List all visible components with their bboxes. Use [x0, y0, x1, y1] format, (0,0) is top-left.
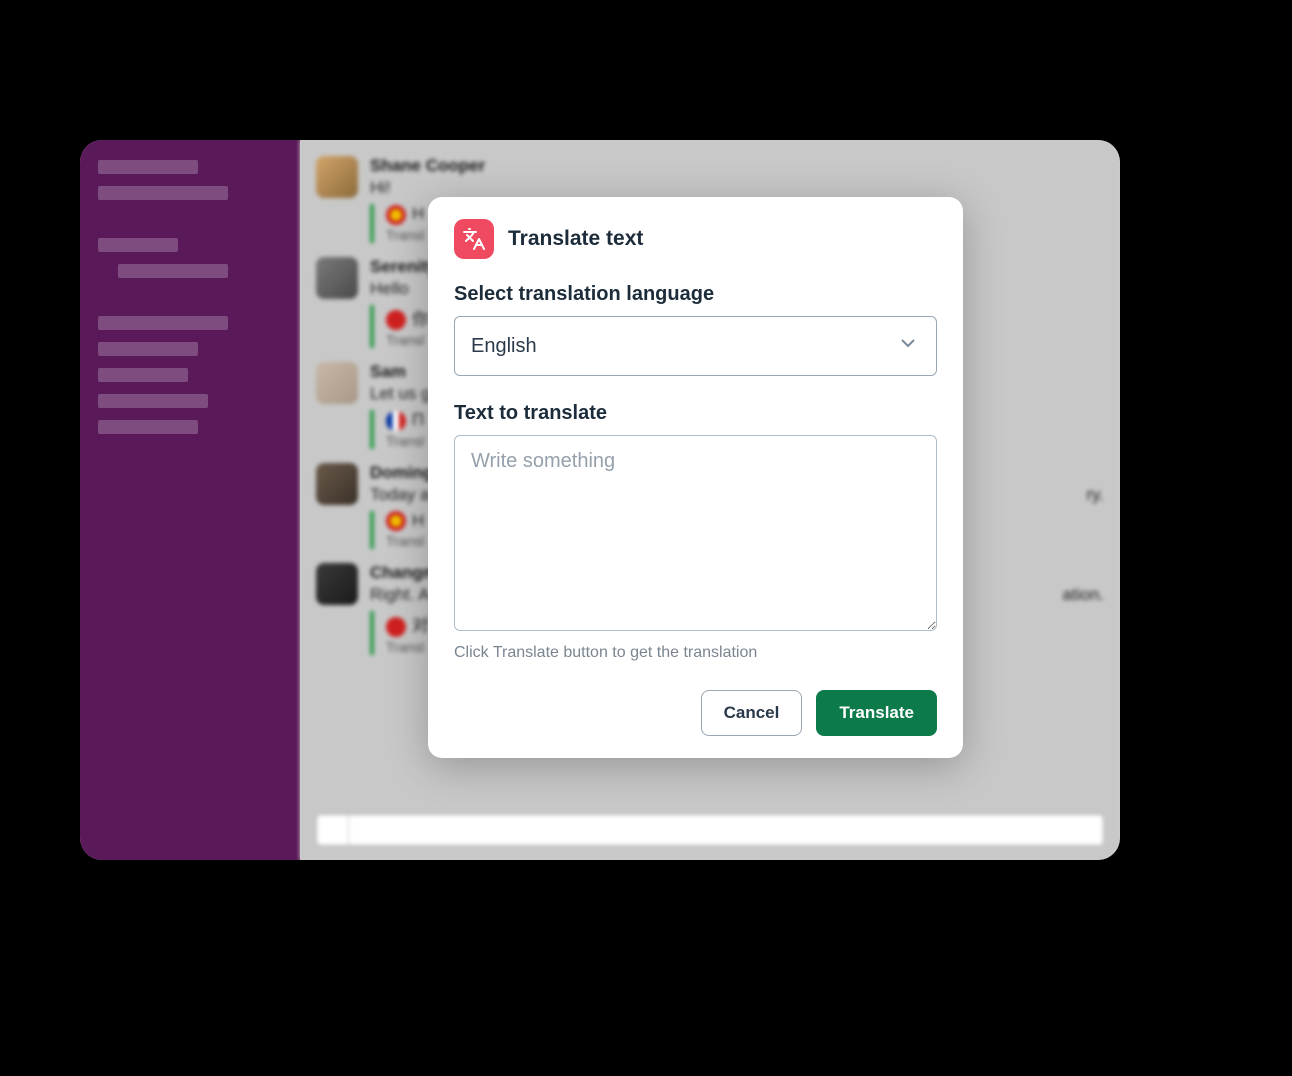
- avatar: [316, 257, 358, 299]
- translation-text: H: [412, 204, 424, 223]
- modal-footer: Cancel Translate: [454, 690, 937, 736]
- compose-toolbar-button[interactable]: [317, 815, 349, 845]
- chevron-down-icon: [896, 331, 920, 361]
- sidebar-item[interactable]: [98, 342, 198, 356]
- sidebar-item[interactable]: [118, 264, 228, 278]
- avatar: [316, 563, 358, 605]
- language-select[interactable]: English: [454, 316, 937, 376]
- flag-icon: [386, 511, 406, 531]
- translation-text: П: [412, 410, 424, 429]
- flag-icon: [386, 617, 406, 637]
- helper-text: Click Translate button to get the transl…: [454, 644, 937, 662]
- message-author: Shane Cooper: [370, 156, 1104, 176]
- translation-text: H: [412, 511, 424, 530]
- sidebar-item[interactable]: [98, 420, 198, 434]
- language-selected-value: English: [471, 335, 537, 358]
- sidebar-item[interactable]: [98, 316, 228, 330]
- compose-input[interactable]: [316, 814, 1104, 846]
- flag-icon: [386, 411, 406, 431]
- modal-title: Translate text: [508, 227, 643, 251]
- sidebar-item[interactable]: [98, 238, 178, 252]
- flag-icon: [386, 205, 406, 225]
- avatar: [316, 463, 358, 505]
- sidebar-item[interactable]: [98, 186, 228, 200]
- translate-modal: Translate text Select translation langua…: [428, 197, 963, 758]
- avatar: [316, 156, 358, 198]
- sidebar: [80, 140, 300, 860]
- avatar: [316, 362, 358, 404]
- translate-button[interactable]: Translate: [816, 690, 937, 736]
- sidebar-item[interactable]: [98, 368, 188, 382]
- translation-text: 对: [412, 616, 429, 635]
- modal-header: Translate text: [454, 219, 937, 259]
- translation-text: 你: [412, 310, 429, 329]
- flag-icon: [386, 310, 406, 330]
- text-field-label: Text to translate: [454, 402, 937, 425]
- translate-app-icon: [454, 219, 494, 259]
- sidebar-item[interactable]: [98, 394, 208, 408]
- sidebar-item[interactable]: [98, 160, 198, 174]
- translate-textarea[interactable]: [454, 435, 937, 631]
- cancel-button[interactable]: Cancel: [701, 690, 803, 736]
- message-text: Hi!: [370, 178, 1104, 198]
- language-field-label: Select translation language: [454, 283, 937, 306]
